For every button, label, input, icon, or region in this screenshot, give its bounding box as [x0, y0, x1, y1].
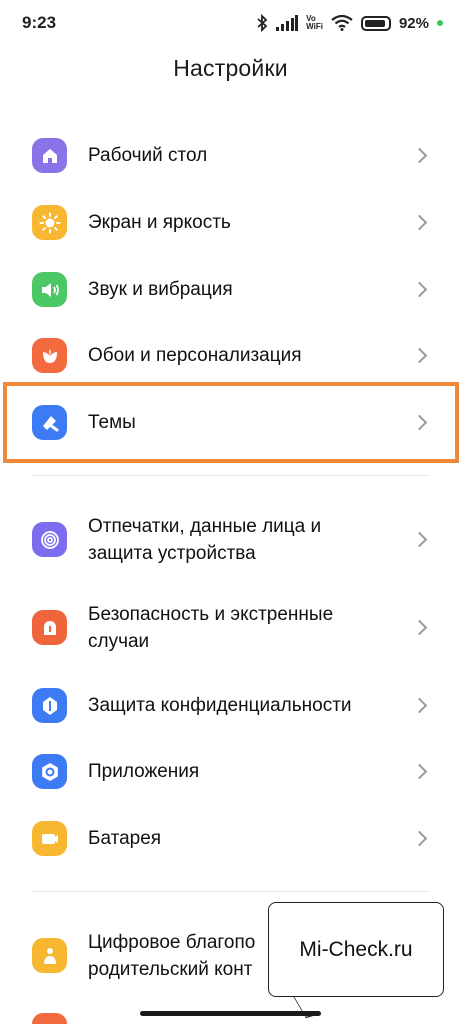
watermark-text: Mi-Check.ru	[299, 937, 413, 961]
battery-fill	[364, 19, 386, 27]
battery-percent: 92%	[398, 14, 429, 32]
chevron-right-icon	[411, 697, 428, 714]
chevron-right-icon	[411, 147, 428, 164]
settings-item-label-line1: Отпечатки, данные лица и	[88, 516, 322, 537]
highlight-frame	[3, 382, 459, 463]
chevron-right-icon	[411, 214, 428, 231]
flower-icon	[32, 338, 67, 373]
settings-item-label-line2: случаи	[88, 631, 150, 652]
settings-item-desktop[interactable]: Рабочий стол	[0, 133, 461, 179]
settings-item-label-line2: родительский конт	[88, 959, 253, 980]
speaker-icon	[32, 272, 67, 307]
settings-item-sound[interactable]: Звук и вибрация	[0, 267, 461, 313]
chevron-right-icon	[411, 619, 428, 636]
privacy-icon	[32, 688, 67, 723]
battery-icon	[32, 821, 67, 856]
watermark-label: Mi-Check.ru	[268, 902, 444, 997]
chevron-right-icon	[411, 347, 428, 364]
emergency-icon	[32, 610, 67, 645]
settings-item-label: Приложения	[88, 761, 200, 782]
settings-item-label: Защита конфиденциальности	[88, 695, 352, 716]
settings-item-apps[interactable]: Приложения	[0, 749, 461, 795]
wellbeing-icon	[32, 938, 67, 973]
sun-icon	[32, 205, 67, 240]
battery-indicator	[360, 15, 391, 31]
settings-item-security[interactable]: Безопасность и экстренные случаи	[0, 600, 461, 656]
settings-item-wallpaper[interactable]: Обои и персонализация	[0, 333, 461, 379]
section-divider	[32, 891, 429, 892]
chevron-right-icon	[411, 763, 428, 780]
settings-item-label-line2: защита устройства	[88, 543, 256, 564]
next-item-icon	[32, 1013, 67, 1024]
settings-item-fingerprint[interactable]: Отпечатки, данные лица и защита устройст…	[0, 512, 461, 568]
charging-dot-icon	[437, 20, 443, 26]
battery-percent-value: 92	[398, 14, 416, 32]
settings-item-label: Обои и персонализация	[88, 345, 302, 366]
status-bar: 9:23 Vo WiFi 92%	[0, 0, 461, 46]
settings-item-label-line1: Цифровое благопо	[88, 932, 256, 953]
settings-item-label: Рабочий стол	[88, 145, 208, 166]
chevron-right-icon	[411, 830, 428, 847]
settings-item-battery[interactable]: Батарея	[0, 816, 461, 862]
home-indicator[interactable]	[140, 1011, 321, 1016]
apps-gear-icon	[32, 754, 67, 789]
status-icons: Vo WiFi 92%	[256, 12, 443, 34]
section-divider	[32, 475, 429, 476]
fingerprint-icon	[32, 522, 67, 557]
settings-item-display[interactable]: Экран и яркость	[0, 200, 461, 246]
settings-item-label: Экран и яркость	[88, 212, 231, 233]
chevron-right-icon	[411, 281, 428, 298]
chevron-right-icon	[411, 531, 428, 548]
signal-icon	[276, 15, 299, 31]
settings-item-label-line1: Безопасность и экстренные	[88, 604, 334, 625]
bluetooth-icon	[256, 14, 268, 32]
settings-item-label: Батарея	[88, 828, 162, 849]
settings-item-label: Звук и вибрация	[88, 279, 233, 300]
status-time: 9:23	[22, 13, 57, 32]
page-title: Настройки	[173, 55, 288, 81]
home-icon	[32, 138, 67, 173]
vowifi-bottom: WiFi	[306, 22, 323, 31]
settings-item-privacy[interactable]: Защита конфиденциальности	[0, 683, 461, 729]
wifi-icon	[331, 15, 353, 31]
vowifi-icon: Vo WiFi	[306, 15, 323, 31]
